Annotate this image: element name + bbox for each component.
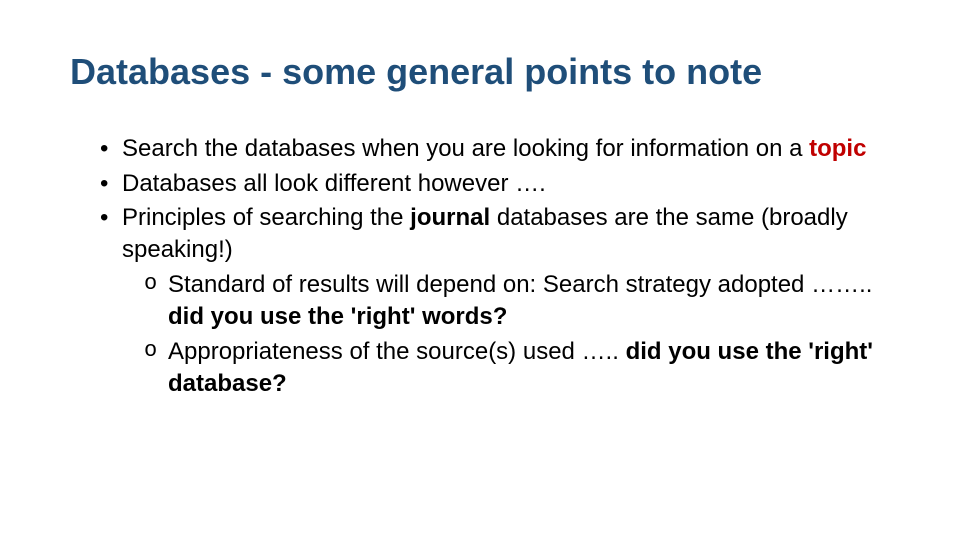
sub-item: Appropriateness of the source(s) used ….… [144,336,890,401]
bullet-item: Databases all look different however …. [100,168,890,200]
bullet-text: Databases all look different however …. [122,170,546,197]
sub-list: Standard of results will depend on: Sear… [122,269,890,401]
slide: Databases - some general points to note … [0,0,960,540]
bullet-item: Principles of searching the journal data… [100,202,890,400]
bullet-text: Principles of searching the [122,204,410,231]
slide-title: Databases - some general points to note [70,50,890,93]
bullet-text: Search the databases when you are lookin… [122,135,809,162]
topic-word: topic [809,135,866,162]
sub-text: Appropriateness of the source(s) used ….… [168,338,626,365]
sub-item: Standard of results will depend on: Sear… [144,269,890,334]
bullet-list: Search the databases when you are lookin… [70,133,890,400]
bullet-item: Search the databases when you are lookin… [100,133,890,165]
sub-text: Standard of results will depend on: Sear… [168,271,872,298]
journal-word: journal [410,204,490,231]
sub-bold: did you use the 'right' words? [168,303,507,330]
